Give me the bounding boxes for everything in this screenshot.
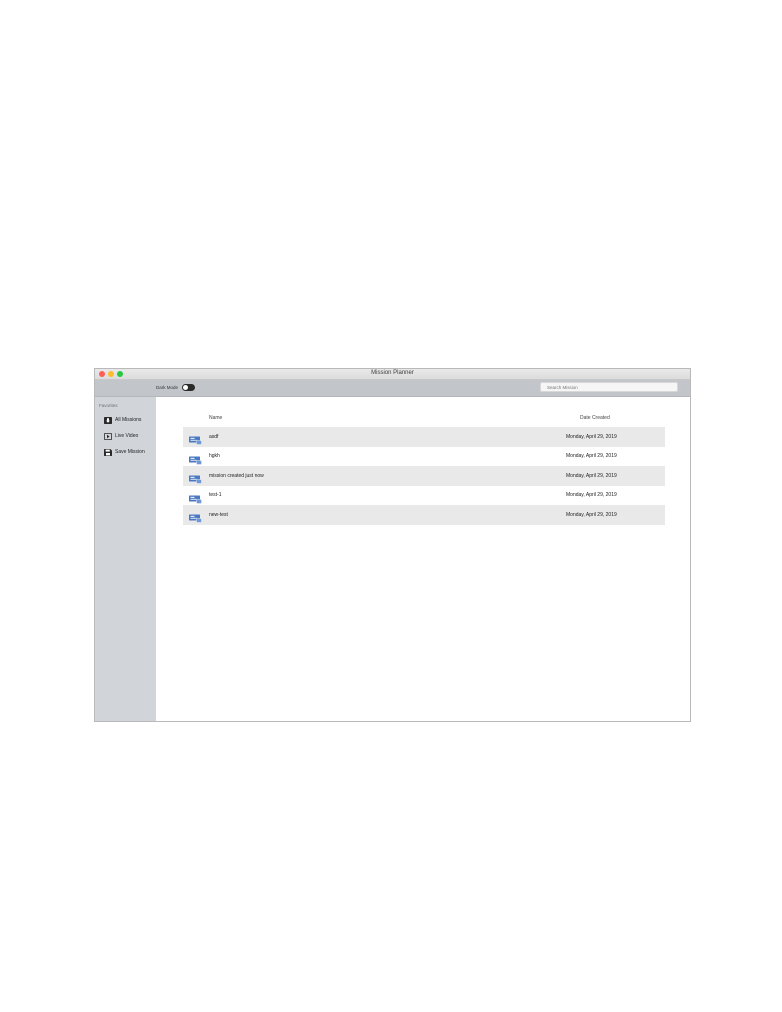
mission-name: mission created just now	[209, 472, 264, 479]
mission-name: asdf	[209, 433, 219, 440]
toggle-knob	[183, 385, 188, 390]
sidebar-item-label: Save Mission	[115, 449, 145, 455]
floppy-disk-icon	[104, 448, 112, 456]
mission-file-icon	[189, 510, 202, 523]
mission-date: Monday, April 29, 2019	[566, 511, 617, 518]
sidebar: Favorites All Missions Live Video Save M…	[95, 397, 156, 721]
mission-file-icon	[189, 432, 202, 445]
mission-date: Monday, April 29, 2019	[566, 492, 617, 499]
mission-file-icon	[189, 452, 202, 465]
mission-name: new-test	[209, 511, 228, 518]
mission-date: Monday, April 29, 2019	[566, 453, 617, 460]
sidebar-item-all-missions[interactable]: All Missions	[104, 415, 141, 425]
dark-mode-label: Dark Mode	[156, 385, 179, 390]
missions-table: Name Date Created asdf Monday, April 29,…	[156, 397, 690, 721]
dark-mode-toggle[interactable]	[182, 384, 195, 391]
sidebar-item-label: Live Video	[115, 433, 139, 439]
mission-planner-window: Mission Planner Dark Mode Favorites All …	[94, 368, 691, 722]
missions-box-icon	[104, 416, 112, 424]
mission-name: hgkh	[209, 453, 220, 460]
table-row[interactable]: test-1 Monday, April 29, 2019	[183, 486, 665, 506]
column-header-name[interactable]: Name	[209, 415, 222, 421]
table-row[interactable]: asdf Monday, April 29, 2019	[183, 427, 665, 447]
table-row[interactable]: mission created just now Monday, April 2…	[183, 466, 665, 486]
sidebar-item-save-mission[interactable]: Save Mission	[104, 447, 145, 457]
mission-name: test-1	[209, 492, 222, 499]
mission-file-icon	[189, 491, 202, 504]
mission-rows: asdf Monday, April 29, 2019 hgkh Monday,…	[183, 427, 665, 525]
sidebar-item-live-video[interactable]: Live Video	[104, 431, 138, 441]
sidebar-item-label: All Missions	[115, 417, 142, 423]
column-header-date-created[interactable]: Date Created	[580, 415, 610, 421]
table-row[interactable]: hgkh Monday, April 29, 2019	[183, 447, 665, 467]
sidebar-heading-favorites: Favorites	[99, 403, 118, 408]
play-video-icon	[104, 432, 112, 440]
window-title: Mission Planner	[371, 370, 414, 376]
mission-file-icon	[189, 471, 202, 484]
mission-date: Monday, April 29, 2019	[566, 472, 617, 479]
table-row[interactable]: new-test Monday, April 29, 2019	[183, 505, 665, 525]
search-mission-input[interactable]	[540, 382, 678, 392]
toolbar: Dark Mode	[95, 380, 690, 397]
title-bar: Mission Planner	[95, 369, 690, 380]
mission-date: Monday, April 29, 2019	[566, 433, 617, 440]
